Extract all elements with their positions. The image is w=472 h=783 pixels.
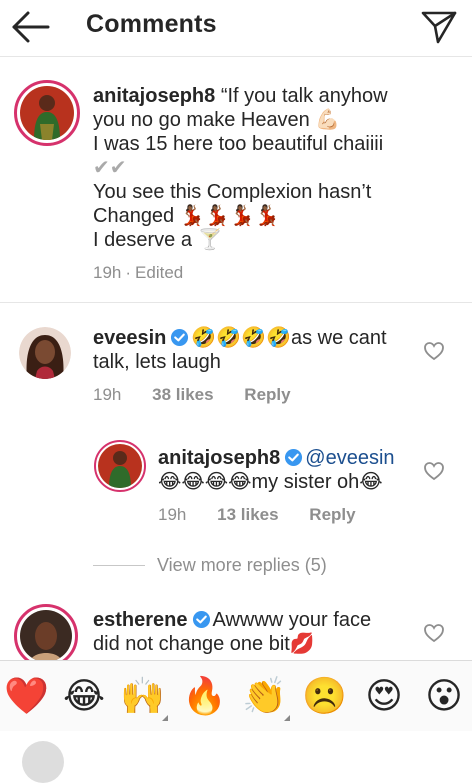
caption-line: “If you talk anyhow <box>220 85 388 107</box>
emoji-raised-hands[interactable]: 🙌 <box>120 673 168 721</box>
emoji-fire[interactable]: 🔥 <box>182 673 227 719</box>
comment-username[interactable]: eveesin <box>93 327 166 349</box>
reply-button[interactable]: Reply <box>309 505 355 524</box>
caption-line: I deserve a 🍸 <box>93 229 223 251</box>
comment-input-area <box>0 731 472 783</box>
dot-separator: · <box>125 263 132 282</box>
avatar-photo <box>20 610 72 662</box>
send-icon[interactable] <box>420 8 458 46</box>
edited-label: Edited <box>135 263 184 282</box>
mention-link[interactable]: @eveesin <box>305 447 394 469</box>
top-bar: Comments <box>0 0 472 57</box>
likes-count[interactable]: 38 likes <box>152 385 213 404</box>
avatar-photo <box>19 327 71 379</box>
emoji-heart-eyes[interactable]: 😍 <box>362 673 406 719</box>
caption-line: I was 15 here too beautiful chaiiii <box>93 133 384 155</box>
comment-line: 🤣🤣🤣🤣as we cant <box>191 327 387 349</box>
heart-outline-icon[interactable] <box>423 461 445 481</box>
reply-meta: 19h 13 likes Reply <box>158 505 382 525</box>
reply-button[interactable]: Reply <box>244 385 290 404</box>
emoji-heart[interactable]: ❤️ <box>4 673 49 719</box>
verified-badge-icon <box>285 448 303 467</box>
verified-badge-icon <box>192 610 210 629</box>
emoji-glyph: 🙌 <box>120 675 165 716</box>
reply-body: anitajoseph8 @eveesin 😂😂😂😂my sister oh😂 <box>158 446 395 494</box>
comment-line: did not change one bit💋 <box>93 633 315 655</box>
caption-line: ✔✔ <box>93 157 127 179</box>
back-arrow-icon[interactable] <box>10 8 52 46</box>
caption-line: you no go make Heaven 💪🏻 <box>93 109 341 131</box>
divider <box>93 564 145 566</box>
comment-line: 😂😂😂😂my sister oh😂 <box>158 471 383 493</box>
emoji-surprised[interactable]: 😮 <box>422 673 466 719</box>
emoji-tears-of-joy[interactable]: 😂 <box>62 673 106 719</box>
user-avatar <box>22 741 64 783</box>
reply-avatar[interactable] <box>94 440 146 492</box>
skin-tone-indicator-icon <box>284 715 290 721</box>
heart-outline-icon[interactable] <box>423 341 445 361</box>
caption-time: 19h <box>93 263 122 282</box>
comment-time: 19h <box>158 505 187 524</box>
likes-count[interactable]: 13 likes <box>217 505 278 524</box>
comment-body: estherene Awwww your face did not change … <box>93 608 371 656</box>
comment-avatar[interactable] <box>14 604 78 668</box>
emoji-frowning[interactable]: ☹️ <box>302 673 347 719</box>
caption-username[interactable]: anitajoseph8 <box>93 85 215 107</box>
comment-meta: 19h 38 likes Reply <box>93 385 317 405</box>
post-caption: anitajoseph8 “If you talk anyhow you no … <box>93 84 453 252</box>
comment-avatar[interactable] <box>19 327 71 379</box>
reply-username[interactable]: anitajoseph8 <box>158 447 280 469</box>
comment-body: eveesin 🤣🤣🤣🤣as we cant talk, lets laugh <box>93 326 387 374</box>
skin-tone-indicator-icon <box>162 715 168 721</box>
page-title: Comments <box>86 10 217 38</box>
emoji-glyph: 👏 <box>242 675 287 716</box>
emoji-clapping[interactable]: 👏 <box>242 673 290 721</box>
divider <box>0 302 472 303</box>
emoji-reaction-bar: ❤️ 😂 🙌 🔥 👏 ☹️ 😍 😮 <box>0 660 472 731</box>
caption-line: Changed 💃🏾💃🏾💃🏾💃🏾 <box>93 205 280 227</box>
view-more-replies[interactable]: View more replies (5) <box>93 554 327 576</box>
comment-line: Awwww your face <box>212 609 372 631</box>
heart-outline-icon[interactable] <box>423 623 445 643</box>
comment-username[interactable]: estherene <box>93 609 188 631</box>
caption-meta: 19h · Edited <box>93 263 209 283</box>
caption-line: You see this Complexion hasn’t <box>93 181 372 203</box>
comment-time: 19h <box>93 385 122 404</box>
view-more-label: View more replies (5) <box>157 554 327 575</box>
caption-avatar[interactable] <box>14 80 80 146</box>
avatar-photo <box>20 86 74 140</box>
verified-badge-icon <box>171 328 189 347</box>
comment-line: talk, lets laugh <box>93 351 221 373</box>
avatar-photo <box>98 444 142 488</box>
